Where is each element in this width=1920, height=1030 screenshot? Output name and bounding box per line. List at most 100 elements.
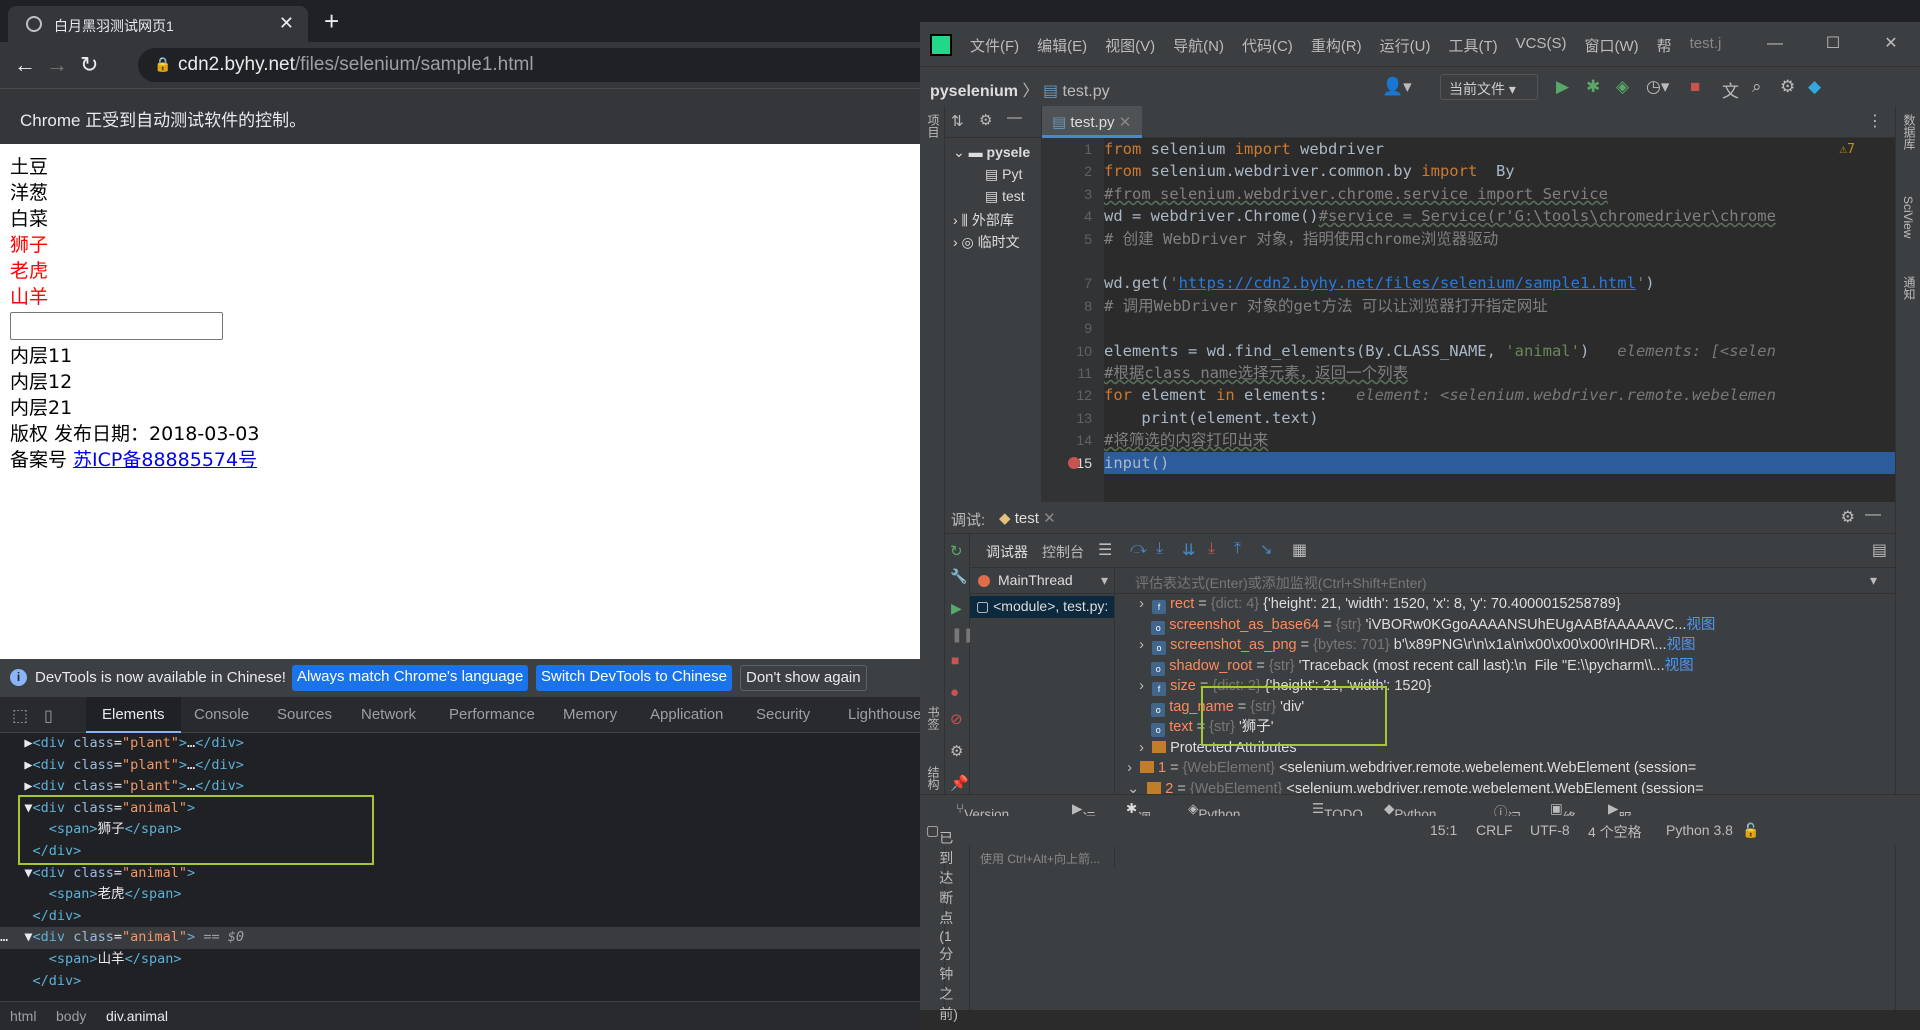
gear-icon[interactable]: ⚙ — [1780, 77, 1795, 97]
settings-icon[interactable]: ⚙ — [950, 742, 963, 760]
structure-tool-label[interactable]: 结构 — [925, 766, 942, 790]
frames-menu-icon[interactable]: ☰ — [1098, 540, 1112, 560]
new-tab-button[interactable]: + — [324, 6, 339, 37]
editor-tab-test-py[interactable]: ▤ test.py ✕ — [1042, 106, 1142, 138]
wrench-icon[interactable]: 🔧 — [950, 568, 967, 585]
dont-show-button[interactable]: Don't show again — [740, 665, 867, 691]
tab-console[interactable]: Console — [194, 706, 249, 723]
tree-file[interactable]: ▤ test — [985, 188, 1025, 205]
var-row[interactable]: › o screenshot_as_png = {bytes: 701} b'\x… — [1115, 635, 1895, 656]
code-editor[interactable]: ⚠7 from selenium import webdriver from s… — [1104, 138, 1895, 502]
search-icon[interactable]: ⌕ — [1752, 77, 1762, 97]
tab-performance[interactable]: Performance — [449, 706, 535, 723]
tab-console[interactable]: 控制台 — [1042, 542, 1084, 562]
thread-select[interactable]: MainThread ▾ — [970, 568, 1114, 594]
sciview-tool-label[interactable]: SciView — [1901, 196, 1915, 238]
run-to-cursor-icon[interactable]: ↘ — [1260, 540, 1273, 558]
stop-icon[interactable]: ■ — [951, 652, 959, 668]
menu-edit[interactable]: 编辑(E) — [1037, 35, 1087, 56]
menu-file[interactable]: 文件(F) — [970, 35, 1019, 56]
device-toggle-icon[interactable]: ▯ — [44, 706, 53, 726]
dom-node[interactable]: </div> — [0, 971, 920, 993]
dom-node[interactable]: </div> — [0, 906, 920, 928]
dom-node[interactable]: ▶<div class="plant">…</div> — [0, 755, 920, 777]
browser-tab[interactable]: 白月黑羽测试网页1 ✕ — [8, 6, 308, 42]
view-breakpoints-icon[interactable]: ● — [950, 684, 959, 701]
switch-chinese-button[interactable]: Switch DevTools to Chinese — [536, 665, 732, 691]
menu-window[interactable]: 窗口(W) — [1584, 35, 1638, 56]
file-encoding[interactable]: UTF-8 — [1530, 822, 1570, 838]
watch-input[interactable]: 评估表达式(Enter)或添加监视(Ctrl+Shift+Enter) ▾ — [1115, 568, 1895, 594]
var-row[interactable]: o screenshot_as_base64 = {str} 'iVBORw0KG… — [1115, 615, 1895, 636]
tab-memory[interactable]: Memory — [563, 706, 617, 723]
tool-python-packages[interactable]: ◈ Python Packages — [1188, 801, 1258, 837]
hide-icon[interactable]: — — [1865, 506, 1881, 524]
hide-icon[interactable]: — — [1007, 109, 1022, 126]
tab-application[interactable]: Application — [650, 706, 723, 723]
reload-icon[interactable]: ↻ — [80, 52, 98, 78]
crumb-body[interactable]: body — [56, 1008, 86, 1024]
debug-icon[interactable]: ✱ — [1586, 77, 1600, 97]
tab-security[interactable]: Security — [756, 706, 810, 723]
menu-code[interactable]: 代码(C) — [1242, 35, 1293, 56]
collapse-icon[interactable]: ⇅ — [951, 112, 964, 130]
crumb-div-animal[interactable]: div.animal — [106, 1008, 168, 1024]
breakpoint-icon[interactable] — [1068, 457, 1080, 469]
tool-debug[interactable]: ✱ 调试 — [1126, 801, 1151, 846]
tab-network[interactable]: Network — [361, 706, 416, 723]
layout-icon[interactable]: ▤ — [1872, 540, 1887, 560]
notifications-tool-label[interactable]: 通知 — [1901, 276, 1918, 300]
crumb-html[interactable]: html — [10, 1008, 36, 1024]
forward-icon[interactable]: → — [46, 52, 68, 78]
tab-elements[interactable]: Elements — [86, 697, 181, 733]
menu-run[interactable]: 运行(U) — [1380, 35, 1431, 56]
user-icon[interactable]: 👤▾ — [1382, 77, 1412, 97]
tool-version-control[interactable]: ⑂ Version Control — [956, 801, 1009, 837]
database-tool-label[interactable]: 数据库 — [1901, 114, 1918, 150]
close-tab-icon[interactable]: ✕ — [279, 13, 294, 34]
run-config-select[interactable]: 当前文件 ▾ — [1440, 74, 1538, 100]
tree-file[interactable]: ▤ Pyt — [985, 166, 1022, 183]
mute-breakpoints-icon[interactable]: ⊘ — [950, 710, 963, 728]
dom-node[interactable]: <span>山羊</span> — [0, 949, 920, 971]
evaluate-icon[interactable]: ▦ — [1292, 540, 1307, 560]
maximize-icon[interactable]: ☐ — [1804, 22, 1862, 66]
tool-python-console[interactable]: ◆ Python 控制台 — [1384, 801, 1436, 841]
tree-scratches[interactable]: › ◎ 临时文 — [953, 232, 1020, 252]
run-icon[interactable]: ▶ — [1556, 77, 1569, 97]
icp-link[interactable]: 苏ICP备88885574号 — [73, 449, 257, 471]
tool-todo[interactable]: ☰ TODO — [1312, 801, 1363, 822]
line-separator[interactable]: CRLF — [1476, 822, 1513, 838]
menu-help[interactable]: 帮 — [1657, 35, 1672, 56]
step-out-icon[interactable]: ⤒ — [1234, 540, 1241, 558]
step-over-icon[interactable]: ⤼ — [1130, 540, 1147, 558]
plugin-icon[interactable]: ◆ — [1808, 77, 1821, 97]
tool-run[interactable]: ▶ 运行 — [1072, 801, 1096, 846]
interpreter[interactable]: Python 3.8 — [1666, 822, 1733, 838]
step-into-icon[interactable]: ⤓ — [1156, 540, 1163, 558]
resume-icon[interactable]: ▶ — [951, 600, 962, 617]
stop-icon[interactable]: ■ — [1690, 77, 1700, 97]
indent-setting[interactable]: 4 个空格 — [1588, 822, 1642, 842]
frame-row-selected[interactable]: ▢ <module>, test.py: — [970, 596, 1114, 618]
bookmarks-tool-label[interactable]: 书签 — [925, 706, 942, 730]
tab-debugger[interactable]: 调试器 — [986, 542, 1028, 562]
caret-position[interactable]: 15:1 — [1430, 822, 1457, 838]
tool-terminal[interactable]: ▣ 终端 — [1550, 801, 1576, 846]
menu-view[interactable]: 视图(V) — [1105, 35, 1155, 56]
profile-icon[interactable]: ◷▾ — [1646, 77, 1669, 97]
minimize-icon[interactable]: — — [1746, 22, 1804, 66]
translate-icon[interactable]: 文 — [1722, 77, 1739, 102]
tab-lighthouse[interactable]: Lighthouse — [848, 706, 921, 723]
debug-session-tab[interactable]: ◆ test ✕ — [999, 509, 1056, 527]
more-icon[interactable]: ⋮ — [1867, 111, 1883, 131]
force-step-into-icon[interactable]: ⤓ — [1208, 540, 1215, 558]
menu-tools[interactable]: 工具(T) — [1448, 35, 1497, 56]
menu-navigate[interactable]: 导航(N) — [1173, 35, 1224, 56]
inspect-icon[interactable]: ⬚ — [12, 706, 28, 726]
menu-vcs[interactable]: VCS(S) — [1516, 35, 1567, 56]
text-input[interactable] — [10, 312, 223, 340]
back-icon[interactable]: ← — [14, 52, 36, 78]
dom-node[interactable]: ▶<div class="plant">…</div> — [0, 733, 920, 755]
gear-icon[interactable]: ⚙ — [1841, 507, 1855, 527]
